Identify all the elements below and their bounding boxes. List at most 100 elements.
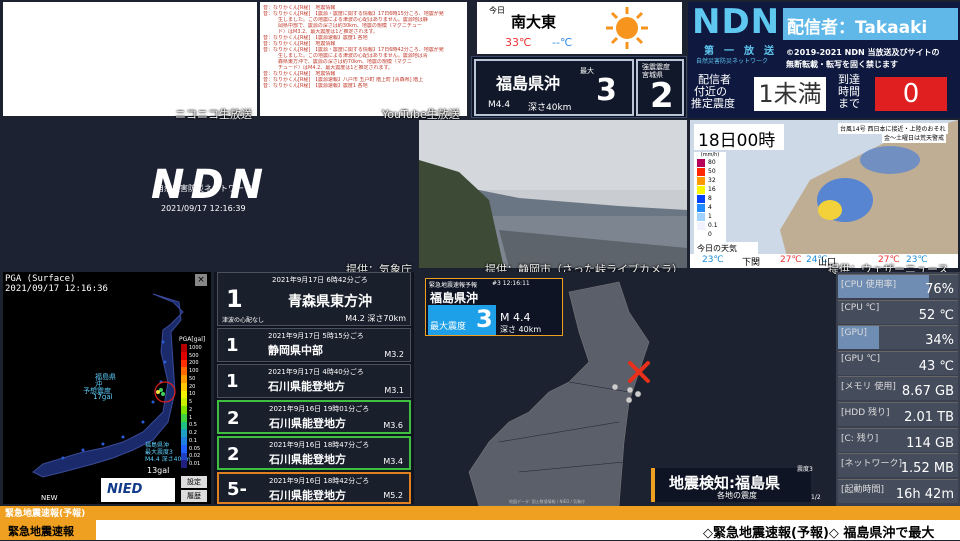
ndn-tag: 第 一 放 送 [704,46,774,57]
legend-value: 32 [708,177,716,184]
rain-radar: 18日00時 台風14号 西日本に接近・上陸のおそれ 金〜土曜日は荒天警戒 (m… [690,120,958,268]
eew-strip-text: 緊急地震速報(予報) [5,509,86,519]
stat-value: 16h 42m [895,486,954,502]
weather-today-label: 今日 [489,6,505,15]
eq-place: 青森県東方沖 [288,294,372,310]
pga-scale-value: 0.2 [189,430,197,437]
legend-item: 0.1 [694,221,726,230]
forecast-headline-2: 金〜土曜日は荒天警戒 [882,132,947,143]
legend-swatch [697,167,705,176]
eq-mag: M3.4 [383,457,403,466]
weather-temp-lo: --℃ [552,36,573,49]
weather-temp-hi: 33℃ [505,36,532,49]
pga-scale-item: 0.02 [181,452,209,461]
estimate-value: 1未満 [754,77,826,111]
ticker-badge: 緊急地震速報 [0,520,96,540]
pga-scale-item: 0.2 [181,429,209,437]
eq-row[interactable]: 1 2021年9月17日 4時40分ごろ 石川県能登地方 M3.1 [217,364,411,398]
pga-scale-swatch [181,351,187,360]
eq-intensity: 2 [227,408,240,429]
pga-scale-value: 50 [189,375,196,382]
pga-scale-swatch [181,444,187,453]
copyright-1: ©2019-2021 NDN 当放送及びサイトの [786,48,940,57]
pga-scale-swatch [181,359,187,368]
stat-value: 114 GB [906,435,954,451]
pga-scale-item: 1 [181,413,209,422]
obs-value: 2 [650,76,674,116]
quake-mag: M4.4 [488,100,511,110]
legend-value: 1 [708,213,712,220]
pga-scale-item: 10 [181,390,209,399]
legend-item: 50 [694,167,726,176]
eq-row[interactable]: 2 2021年9月16日 18時47分ごろ 石川県能登地方 M3.4 [217,436,411,470]
pga-new-label: NEW [41,494,58,502]
stat-row: [メモリ 使用] 8.67 GB [838,376,958,401]
broadcaster-label: 配信者：Takaaki [783,8,958,40]
pga-label-a4: 17gal [93,393,113,401]
map-footer: 地図データ: 国土数値情報 / NIED / 気象庁 [509,499,586,504]
eq-row[interactable]: 1 2021年9月17日 5時15分ごろ 静岡県中部 M3.2 [217,328,411,362]
eew-header: 緊急地震速報予報 [429,282,478,289]
pga-scale-swatch [181,460,187,468]
pga-map: PGA (Surface) 2021/09/17 12:16:36 × 福島県 … [3,272,211,504]
eq-place: 石川県能登地方 [269,453,346,466]
stat-label: [HDD 残り] [841,408,890,418]
legend-swatch [697,185,705,194]
pga-scale-swatch [181,413,187,422]
legend-item: 32 [694,176,726,185]
eq-intensity: 2 [227,444,240,465]
eq-mag: M3.1 [384,386,404,395]
ticker-bar: 緊急地震速報 ◇緊急地震速報(予報)◇ 福島県沖で最大 [0,520,960,541]
pga-scale-item: 2 [181,406,209,414]
pga-scale-swatch [181,382,187,391]
eq-mag: M5.2 [383,491,403,500]
legend-item: 16 [694,185,726,194]
stat-row: [C: 残り] 114 GB [838,427,958,452]
eq-mag: M4.2 深さ70km [345,314,406,323]
pga-scale-item: 20 [181,382,209,391]
pga-scale-swatch [181,421,187,430]
stat-value: 8.67 GB [901,384,954,400]
pga-scale-value: 1000 [189,344,202,351]
eq-row[interactable]: 5- 2021年9月16日 18時42分ごろ 石川県能登地方 M5.2 [217,472,411,504]
pga-scale-swatch [181,390,187,399]
eew-strip: 緊急地震速報(予報) [0,506,960,520]
eq-row[interactable]: 2 2021年9月16日 19時01分ごろ 石川県能登地方 M3.6 [217,400,411,434]
pga-scale-value: 2 [189,406,193,413]
radar-legend: (mm/h) 80 50 32 16 8 4 1 0.1 0 [694,152,726,244]
legend-value: 4 [708,204,712,211]
eq-date: 2021年9月17日 6時42分ごろ [272,276,368,284]
pga-scale-swatch [181,437,187,445]
quake-max-value: 3 [596,73,617,108]
pga-scale-value: 0.05 [189,445,201,452]
estimate-label-3: 推定震度 [691,97,735,110]
settings-button[interactable]: 設定 [181,476,207,488]
detect-sub: 各地の震度 [717,491,757,500]
legend-swatch [697,158,705,167]
eq-intensity: 1 [226,285,243,313]
eq-row-latest[interactable]: 2021年9月17日 6時42分ごろ 1 青森県東方沖 津波の心配なし M4.2… [217,272,411,326]
legend-value: 50 [708,168,716,175]
eq-intensity: 1 [226,335,239,356]
legend-item: 1 [694,212,726,221]
pga-scale-item: 50 [181,375,209,383]
pga-gal: 13gal [147,466,170,475]
chat-line: 音：なりかくん[R秘] 【震源速報】震度1 各地 [263,83,368,89]
eew-serial: #3 12:16:11 [492,280,530,287]
eew-max-value: 3 [476,305,493,333]
niconico-chat-panel [3,2,257,116]
mini-label: 震度3 [797,466,813,473]
eew-card: 緊急地震速報予報 #3 12:16:11 福島県沖 最大震度 3 M 4.4 深… [425,278,563,336]
eq-mag: M3.2 [384,350,404,359]
left-temp: 23℃ [702,255,724,265]
pga-scale-swatch [181,398,187,406]
pga-scale-value: 200 [189,360,199,367]
legend-swatch [697,194,705,203]
eew-map: 緊急地震速報予報 #3 12:16:11 福島県沖 最大震度 3 M 4.4 深… [419,272,833,506]
weather-place: 南大東 [511,13,557,31]
arrival-label-3: まで [838,97,860,110]
history-button[interactable]: 履歴 [181,490,207,502]
pga-scale-item: 1000 [181,344,209,352]
stat-row: [GPU ℃] 43 ℃ [838,350,958,375]
pga-scale-value: 10 [189,391,196,398]
